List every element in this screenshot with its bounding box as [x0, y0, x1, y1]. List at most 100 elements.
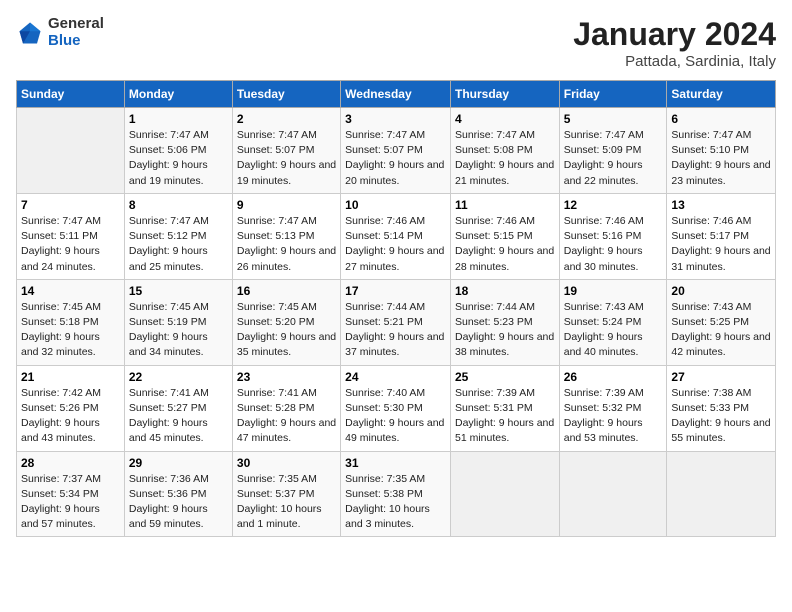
day-number: 9 [237, 198, 336, 212]
day-cell: 30 Sunrise: 7:35 AMSunset: 5:37 PMDayligh… [232, 451, 340, 537]
day-cell: 22 Sunrise: 7:41 AMSunset: 5:27 PMDayligh… [124, 365, 232, 451]
logo-blue-text: Blue [48, 33, 104, 50]
location-title: Pattada, Sardinia, Italy [573, 53, 776, 70]
day-info: Sunrise: 7:47 AMSunset: 5:06 PMDaylight:… [129, 128, 228, 189]
col-header-friday: Friday [559, 81, 667, 108]
day-cell: 24 Sunrise: 7:40 AMSunset: 5:30 PMDayligh… [341, 365, 451, 451]
day-cell: 29 Sunrise: 7:36 AMSunset: 5:36 PMDayligh… [124, 451, 232, 537]
day-info: Sunrise: 7:39 AMSunset: 5:32 PMDaylight:… [564, 386, 663, 447]
header-row: SundayMondayTuesdayWednesdayThursdayFrid… [17, 81, 776, 108]
day-number: 10 [345, 198, 446, 212]
day-info: Sunrise: 7:47 AMSunset: 5:07 PMDaylight:… [237, 128, 336, 189]
day-number: 30 [237, 456, 336, 470]
day-info: Sunrise: 7:47 AMSunset: 5:12 PMDaylight:… [129, 214, 228, 275]
day-info: Sunrise: 7:41 AMSunset: 5:27 PMDaylight:… [129, 386, 228, 447]
day-number: 31 [345, 456, 446, 470]
day-number: 27 [671, 370, 771, 384]
day-cell: 2 Sunrise: 7:47 AMSunset: 5:07 PMDaylight… [232, 108, 340, 194]
day-cell: 14Sunrise: 7:45 AMSunset: 5:18 PMDayligh… [17, 279, 125, 365]
day-number: 4 [455, 112, 555, 126]
day-number: 2 [237, 112, 336, 126]
day-number: 24 [345, 370, 446, 384]
day-number: 21 [21, 370, 120, 384]
day-cell: 4 Sunrise: 7:47 AMSunset: 5:08 PMDaylight… [450, 108, 559, 194]
day-number: 11 [455, 198, 555, 212]
day-info: Sunrise: 7:44 AMSunset: 5:21 PMDaylight:… [345, 300, 446, 361]
day-cell: 25Sunrise: 7:39 AMSunset: 5:31 PMDayligh… [450, 365, 559, 451]
day-info: Sunrise: 7:36 AMSunset: 5:36 PMDaylight:… [129, 472, 228, 533]
day-cell: 26Sunrise: 7:39 AMSunset: 5:32 PMDayligh… [559, 365, 667, 451]
col-header-thursday: Thursday [450, 81, 559, 108]
day-cell: 3Sunrise: 7:47 AMSunset: 5:07 PMDaylight… [341, 108, 451, 194]
week-row-2: 7 Sunrise: 7:47 AMSunset: 5:11 PMDaylight… [17, 193, 776, 279]
logo-general-text: General [48, 16, 104, 33]
day-info: Sunrise: 7:46 AMSunset: 5:16 PMDaylight:… [564, 214, 663, 275]
logo-text: General Blue [48, 16, 104, 49]
day-cell [450, 451, 559, 537]
day-number: 12 [564, 198, 663, 212]
day-number: 28 [21, 456, 120, 470]
day-number: 8 [129, 198, 228, 212]
day-info: Sunrise: 7:35 AMSunset: 5:37 PMDaylight:… [237, 472, 336, 533]
day-number: 18 [455, 284, 555, 298]
day-cell: 8 Sunrise: 7:47 AMSunset: 5:12 PMDaylight… [124, 193, 232, 279]
logo-icon [16, 19, 44, 47]
col-header-sunday: Sunday [17, 81, 125, 108]
day-info: Sunrise: 7:47 AMSunset: 5:11 PMDaylight:… [21, 214, 120, 275]
day-info: Sunrise: 7:47 AMSunset: 5:10 PMDaylight:… [671, 128, 771, 189]
day-number: 7 [21, 198, 120, 212]
day-info: Sunrise: 7:45 AMSunset: 5:20 PMDaylight:… [237, 300, 336, 361]
day-cell [667, 451, 776, 537]
day-info: Sunrise: 7:45 AMSunset: 5:19 PMDaylight:… [129, 300, 228, 361]
day-cell: 10 Sunrise: 7:46 AMSunset: 5:14 PMDayligh… [341, 193, 451, 279]
day-info: Sunrise: 7:47 AMSunset: 5:09 PMDaylight:… [564, 128, 663, 189]
day-number: 13 [671, 198, 771, 212]
day-info: Sunrise: 7:43 AMSunset: 5:25 PMDaylight:… [671, 300, 771, 361]
day-cell: 6Sunrise: 7:47 AMSunset: 5:10 PMDaylight… [667, 108, 776, 194]
day-number: 25 [455, 370, 555, 384]
day-cell [559, 451, 667, 537]
day-cell: 11 Sunrise: 7:46 AMSunset: 5:15 PMDayligh… [450, 193, 559, 279]
day-cell: 21Sunrise: 7:42 AMSunset: 5:26 PMDayligh… [17, 365, 125, 451]
day-cell: 19Sunrise: 7:43 AMSunset: 5:24 PMDayligh… [559, 279, 667, 365]
day-cell: 27Sunrise: 7:38 AMSunset: 5:33 PMDayligh… [667, 365, 776, 451]
logo: General Blue [16, 16, 104, 49]
day-number: 15 [129, 284, 228, 298]
day-number: 23 [237, 370, 336, 384]
day-cell: 16 Sunrise: 7:45 AMSunset: 5:20 PMDayligh… [232, 279, 340, 365]
month-title: January 2024 [573, 16, 776, 53]
col-header-tuesday: Tuesday [232, 81, 340, 108]
day-info: Sunrise: 7:46 AMSunset: 5:15 PMDaylight:… [455, 214, 555, 275]
day-cell: 28Sunrise: 7:37 AMSunset: 5:34 PMDayligh… [17, 451, 125, 537]
day-info: Sunrise: 7:40 AMSunset: 5:30 PMDaylight:… [345, 386, 446, 447]
day-cell [17, 108, 125, 194]
title-block: January 2024 Pattada, Sardinia, Italy [573, 16, 776, 70]
day-number: 22 [129, 370, 228, 384]
day-cell: 31 Sunrise: 7:35 AMSunset: 5:38 PMDayligh… [341, 451, 451, 537]
day-cell: 7 Sunrise: 7:47 AMSunset: 5:11 PMDaylight… [17, 193, 125, 279]
day-cell: 5 Sunrise: 7:47 AMSunset: 5:09 PMDaylight… [559, 108, 667, 194]
day-info: Sunrise: 7:35 AMSunset: 5:38 PMDaylight:… [345, 472, 446, 533]
day-number: 16 [237, 284, 336, 298]
calendar-table: SundayMondayTuesdayWednesdayThursdayFrid… [16, 80, 776, 537]
day-info: Sunrise: 7:44 AMSunset: 5:23 PMDaylight:… [455, 300, 555, 361]
day-number: 1 [129, 112, 228, 126]
day-number: 17 [345, 284, 446, 298]
day-number: 14 [21, 284, 120, 298]
day-cell: 9Sunrise: 7:47 AMSunset: 5:13 PMDaylight… [232, 193, 340, 279]
page-header: General Blue January 2024 Pattada, Sardi… [16, 16, 776, 70]
day-number: 5 [564, 112, 663, 126]
day-info: Sunrise: 7:41 AMSunset: 5:28 PMDaylight:… [237, 386, 336, 447]
week-row-1: 1 Sunrise: 7:47 AMSunset: 5:06 PMDaylight… [17, 108, 776, 194]
day-number: 29 [129, 456, 228, 470]
day-info: Sunrise: 7:47 AMSunset: 5:08 PMDaylight:… [455, 128, 555, 189]
day-cell: 20Sunrise: 7:43 AMSunset: 5:25 PMDayligh… [667, 279, 776, 365]
col-header-saturday: Saturday [667, 81, 776, 108]
day-info: Sunrise: 7:47 AMSunset: 5:07 PMDaylight:… [345, 128, 446, 189]
day-cell: 1 Sunrise: 7:47 AMSunset: 5:06 PMDaylight… [124, 108, 232, 194]
week-row-5: 28Sunrise: 7:37 AMSunset: 5:34 PMDayligh… [17, 451, 776, 537]
day-info: Sunrise: 7:46 AMSunset: 5:17 PMDaylight:… [671, 214, 771, 275]
day-info: Sunrise: 7:46 AMSunset: 5:14 PMDaylight:… [345, 214, 446, 275]
week-row-3: 14Sunrise: 7:45 AMSunset: 5:18 PMDayligh… [17, 279, 776, 365]
day-cell: 23 Sunrise: 7:41 AMSunset: 5:28 PMDayligh… [232, 365, 340, 451]
